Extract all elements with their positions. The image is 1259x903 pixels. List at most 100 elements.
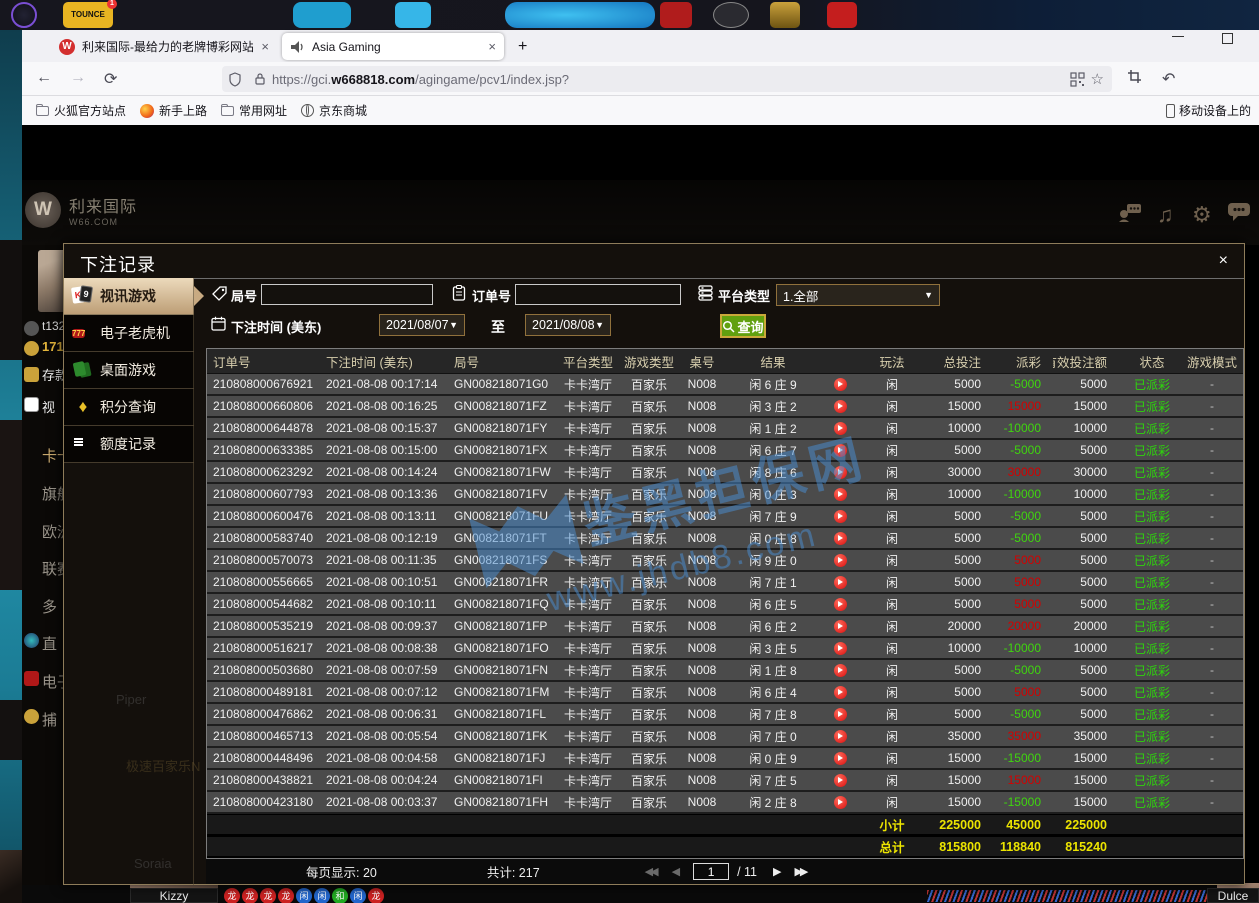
- table-cell: -: [1181, 770, 1243, 790]
- prev-page-icon[interactable]: ◀: [672, 865, 677, 878]
- play-video-icon[interactable]: [834, 730, 847, 743]
- dealer-name-card: Dulce: [1207, 888, 1259, 903]
- screenshot-crop-icon[interactable]: [1127, 69, 1142, 84]
- mobile-bookmarks[interactable]: 移动设备上的: [1166, 102, 1251, 119]
- minimize-button[interactable]: [1172, 36, 1184, 37]
- play-video-icon[interactable]: [834, 466, 847, 479]
- table-cell: 30000: [923, 462, 995, 482]
- back-icon[interactable]: ←: [36, 69, 52, 87]
- url-bar[interactable]: https://gci.w668818.com/agingame/pcv1/in…: [222, 66, 1112, 92]
- table-cell: 5000: [1053, 572, 1123, 592]
- menu-item-slot-777[interactable]: 777电子老虎机: [64, 315, 194, 352]
- tab-close-icon[interactable]: ×: [253, 39, 277, 54]
- table-cell: GN008218071G0: [450, 374, 555, 394]
- spacer: [1181, 815, 1243, 834]
- play-cell: [819, 682, 861, 702]
- bookmark-item[interactable]: 火狐官方站点: [36, 102, 126, 119]
- menu-fragment: 捕: [42, 709, 57, 730]
- platform-type-select[interactable]: 1.全部▼: [776, 284, 940, 306]
- next-page-icon[interactable]: ▶: [773, 865, 778, 878]
- new-tab-button[interactable]: +: [518, 38, 527, 56]
- table-cell: 百家乐: [621, 418, 677, 438]
- date-to-select[interactable]: 2021/08/08▼: [525, 314, 611, 336]
- app-icon: [660, 2, 692, 28]
- table-cell: 20000: [923, 616, 995, 636]
- maximize-button[interactable]: [1222, 33, 1233, 44]
- menu-item-document[interactable]: 额度记录: [64, 426, 194, 463]
- close-icon[interactable]: ×: [1219, 252, 1228, 270]
- play-video-icon[interactable]: [834, 642, 847, 655]
- settings-gear-icon[interactable]: ⚙: [1192, 202, 1212, 228]
- play-video-icon[interactable]: [834, 510, 847, 523]
- app-icon: TOUNCE1: [63, 2, 113, 28]
- column-header: 结果: [727, 349, 819, 373]
- dominoes-icon: [72, 360, 94, 380]
- table-cell: -: [1181, 594, 1243, 614]
- table-cell: 闲: [861, 660, 923, 680]
- bookmark-item[interactable]: 京东商城: [301, 102, 367, 119]
- play-cell: [819, 660, 861, 680]
- w66-logo-badge: W: [25, 192, 61, 228]
- menu-item-cards[interactable]: K9视讯游戏: [64, 278, 194, 315]
- table-cell: 15000: [995, 770, 1053, 790]
- bookmark-item[interactable]: 新手上路: [140, 102, 207, 119]
- undo-arrow-icon[interactable]: ↶: [1162, 69, 1175, 89]
- music-icon[interactable]: ♫: [1157, 202, 1174, 228]
- round-id-input[interactable]: [261, 284, 433, 305]
- play-video-icon[interactable]: [834, 444, 847, 457]
- url-domain: w668818.com: [331, 72, 415, 87]
- play-video-icon[interactable]: [834, 576, 847, 589]
- play-video-icon[interactable]: [834, 488, 847, 501]
- menu-item-dominoes[interactable]: 桌面游戏: [64, 352, 194, 389]
- play-video-icon[interactable]: [834, 686, 847, 699]
- search-button[interactable]: 查询: [720, 314, 766, 338]
- last-page-icon[interactable]: ▶▶: [794, 865, 805, 878]
- shield-icon[interactable]: [228, 72, 242, 87]
- forward-icon[interactable]: →: [70, 69, 86, 87]
- bookmark-star-icon[interactable]: ☆: [1091, 70, 1104, 88]
- table-cell: 已派彩: [1123, 374, 1181, 394]
- table-cell: 闲 1 庄 8: [727, 660, 819, 680]
- play-video-icon[interactable]: [834, 400, 847, 413]
- menu-fragment: 联赛: [42, 558, 63, 579]
- play-video-icon[interactable]: [834, 774, 847, 787]
- play-video-icon[interactable]: [834, 796, 847, 809]
- play-video-icon[interactable]: [834, 664, 847, 677]
- table-cell: 35000: [1053, 726, 1123, 746]
- tab-close-icon[interactable]: ×: [480, 39, 504, 54]
- table-cell: 百家乐: [621, 638, 677, 658]
- table-cell: 闲 9 庄 0: [727, 550, 819, 570]
- date-from-select[interactable]: 2021/08/07▼: [379, 314, 465, 336]
- bookmark-item[interactable]: 常用网址: [221, 102, 287, 119]
- spacer: [1181, 837, 1243, 856]
- order-id-label: 订单号: [472, 286, 511, 305]
- table-cell: 闲: [861, 572, 923, 592]
- play-video-icon[interactable]: [834, 752, 847, 765]
- play-video-icon[interactable]: [834, 598, 847, 611]
- customer-service-icon[interactable]: [1117, 202, 1143, 222]
- table-cell: 15000: [1053, 396, 1123, 416]
- table-cell: 2021-08-08 00:10:11: [322, 594, 450, 614]
- play-video-icon[interactable]: [834, 378, 847, 391]
- menu-item-diamond[interactable]: ♦积分查询: [64, 389, 194, 426]
- reload-icon[interactable]: ⟳: [104, 69, 117, 89]
- first-page-icon[interactable]: ◀◀: [645, 865, 656, 878]
- page-number-input[interactable]: [693, 863, 729, 880]
- table-cell: 2021-08-08 00:06:31: [322, 704, 450, 724]
- order-id-input[interactable]: [515, 284, 681, 305]
- play-video-icon[interactable]: [834, 708, 847, 721]
- tab-asia-gaming[interactable]: Asia Gaming ×: [282, 33, 504, 60]
- table-cell: 5000: [1053, 506, 1123, 526]
- table-cell: 5000: [1053, 440, 1123, 460]
- play-video-icon[interactable]: [834, 422, 847, 435]
- chat-icon[interactable]: [1227, 202, 1251, 222]
- play-video-icon[interactable]: [834, 554, 847, 567]
- lock-icon[interactable]: [254, 72, 266, 86]
- table-cell: -: [1181, 396, 1243, 416]
- play-cell: [819, 528, 861, 548]
- play-video-icon[interactable]: [834, 532, 847, 545]
- play-video-icon[interactable]: [834, 620, 847, 633]
- table-cell: 210808000660806: [207, 396, 322, 416]
- tab-lilai[interactable]: W 利来国际-最给力的老牌博彩网站 ×: [52, 33, 277, 60]
- qr-code-icon[interactable]: [1070, 72, 1085, 87]
